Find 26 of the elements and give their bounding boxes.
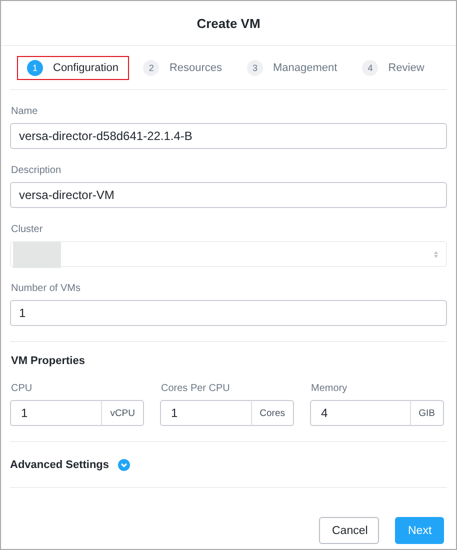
wizard-step[interactable]: 4 Review [352, 56, 436, 80]
field-label: Number of VMs [11, 283, 82, 294]
unit-label: GIB [410, 400, 444, 426]
field-label: Cluster [11, 224, 44, 235]
expand-icon[interactable] [118, 458, 130, 470]
section-title: Advanced Settings [10, 458, 110, 470]
unit-label: vCPU [102, 400, 144, 426]
field-label: Name [11, 106, 39, 117]
field-label: CPU [11, 383, 34, 394]
input-field[interactable]: versa-director-d58d641-22.1.4-B [10, 123, 447, 149]
cancel-button[interactable]: Cancel [319, 517, 379, 544]
input-field[interactable]: versa-director-VM [10, 182, 447, 208]
field-label: Cores Per CPU [161, 383, 231, 394]
select-arrows-icon [434, 250, 438, 258]
field-label: Description [11, 165, 62, 176]
wizard-step[interactable]: 3 Management [237, 56, 348, 80]
input-field[interactable]: 1 [10, 300, 447, 326]
field-label: Memory [311, 383, 348, 394]
dialog-title: Create VM [196, 16, 260, 30]
input-field[interactable]: 4 [310, 400, 411, 426]
wizard-step[interactable]: 1 Configuration [17, 56, 130, 80]
wizard-step[interactable]: 2 Resources [133, 56, 234, 80]
section-title: VM Properties [11, 355, 86, 367]
unit-label: Cores [252, 400, 294, 426]
input-field[interactable]: 1 [10, 400, 102, 426]
input-field[interactable]: 1 [160, 400, 252, 426]
